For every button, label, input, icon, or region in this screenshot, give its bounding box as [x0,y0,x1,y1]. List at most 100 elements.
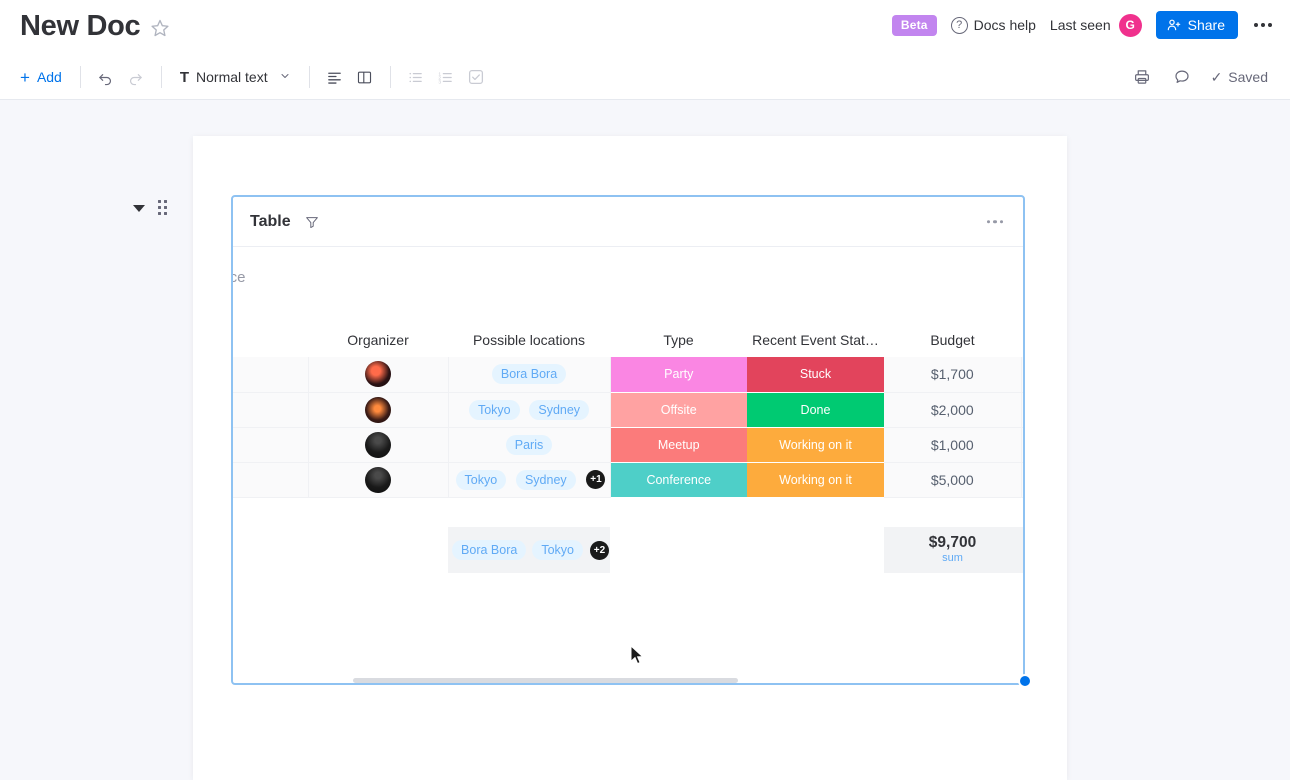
layout-columns-icon[interactable] [350,62,380,92]
redo-arrow-icon[interactable] [121,62,151,92]
cell-organizer[interactable] [308,392,448,427]
table-row[interactable]: Bora Bora Party Stuck $1,700 [233,357,1023,392]
cell-status[interactable]: Working on it [747,427,884,462]
cell-type[interactable]: Conference [610,462,747,497]
text-style-label: Normal text [196,69,268,85]
cell-type[interactable]: Meetup [610,427,747,462]
docs-help-button[interactable]: ? Docs help [951,17,1036,34]
checkbox-icon[interactable] [461,62,491,92]
avatar[interactable] [365,467,391,493]
location-tag[interactable]: Paris [506,435,552,455]
avatar[interactable] [365,432,391,458]
cell-type[interactable]: Offsite [610,392,747,427]
editor-toolbar: + Add T Normal text [0,55,1290,100]
summary-budget-label: sum [942,553,963,565]
drag-handle-icon[interactable] [158,200,168,216]
filter-funnel-icon[interactable] [304,214,320,230]
toolbar-divider-3 [309,66,310,88]
horizontal-scrollbar[interactable] [353,678,738,683]
summary-budget[interactable]: $9,700 sum [884,527,1021,573]
cell-budget[interactable]: $5,000 [884,462,1021,497]
avatar[interactable] [365,361,391,387]
column-header-left-clip[interactable] [233,323,308,357]
cell-extra[interactable] [1021,427,1023,462]
table-block[interactable]: Table pace Organizer [231,195,1025,685]
cell-left-clip[interactable] [233,392,308,427]
cell-status[interactable]: Working on it [747,462,884,497]
column-header-type[interactable]: Type [610,323,747,357]
cell-locations[interactable]: Tokyo Sydney [448,392,610,427]
last-seen-group[interactable]: Last seen G [1050,14,1142,37]
page-title[interactable]: New Doc [20,10,140,43]
cell-extra[interactable] [1021,357,1023,392]
locations-overflow-badge[interactable]: +2 [590,541,609,560]
location-tag[interactable]: Sydney [529,400,589,420]
summary-locations[interactable]: Bora Bora Tokyo +2 [448,527,610,573]
bullet-list-icon[interactable] [401,62,431,92]
share-button[interactable]: Share [1156,11,1238,39]
cell-extra[interactable] [1021,462,1023,497]
column-header-extra[interactable]: Ad [1021,323,1023,357]
cell-organizer[interactable] [308,357,448,392]
avatar[interactable]: G [1119,14,1142,37]
cell-type[interactable]: Party [610,357,747,392]
document-canvas: Table pace Organizer [0,100,1290,780]
cell-status[interactable]: Done [747,392,884,427]
table-more-menu[interactable] [987,220,1004,224]
resize-handle-dot[interactable] [1018,674,1032,688]
location-tag[interactable]: Tokyo [532,540,583,560]
table-body: Bora Bora Party Stuck $1,700 [233,357,1023,497]
star-outline-icon[interactable] [150,18,170,38]
cell-left-clip[interactable] [233,427,308,462]
cell-extra[interactable] [1021,392,1023,427]
board-name-label: pace [233,269,246,286]
top-bar: New Doc Beta ? Docs help Last seen G Sha… [0,0,1290,55]
ellipsis-icon[interactable] [1252,17,1274,33]
table-scroll-area[interactable]: pace Organizer Possible locations Type R… [233,247,1023,685]
cell-budget[interactable]: $1,000 [884,427,1021,462]
table-header-row: Organizer Possible locations Type Recent… [233,323,1023,357]
text-style-glyph: T [180,69,189,86]
summary-left-clip [233,527,308,573]
column-header-budget[interactable]: Budget [884,323,1021,357]
location-tag[interactable]: Bora Bora [452,540,526,560]
cell-budget[interactable]: $1,700 [884,357,1021,392]
column-header-status[interactable]: Recent Event Stat… [747,323,884,357]
printer-icon[interactable] [1127,62,1157,92]
column-header-organizer[interactable]: Organizer [308,323,448,357]
align-left-icon[interactable] [320,62,350,92]
numbered-list-icon[interactable]: 1 2 3 [431,62,461,92]
cell-locations[interactable]: Tokyo Sydney +1 [448,462,610,497]
table-row[interactable]: Paris Meetup Working on it $1,000 [233,427,1023,462]
chevron-down-icon [279,70,291,85]
add-button[interactable]: + Add [12,62,70,92]
comment-bubble-icon[interactable] [1167,62,1197,92]
cell-left-clip[interactable] [233,462,308,497]
cell-locations[interactable]: Bora Bora [448,357,610,392]
text-style-dropdown[interactable]: T Normal text [172,62,299,92]
avatar[interactable] [365,397,391,423]
location-tag[interactable]: Tokyo [469,400,520,420]
location-tag[interactable]: Bora Bora [492,364,566,384]
collapse-triangle-icon[interactable] [133,205,145,212]
data-table: Organizer Possible locations Type Recent… [233,323,1023,498]
cell-organizer[interactable] [308,427,448,462]
locations-overflow-badge[interactable]: +1 [586,470,605,489]
plus-icon: + [20,69,30,86]
undo-arrow-icon[interactable] [91,62,121,92]
cell-budget[interactable]: $2,000 [884,392,1021,427]
table-title: Table [250,213,291,231]
toolbar-divider-4 [390,66,391,88]
cell-status[interactable]: Stuck [747,357,884,392]
cell-locations[interactable]: Paris [448,427,610,462]
cell-organizer[interactable] [308,462,448,497]
column-header-locations[interactable]: Possible locations [448,323,610,357]
saved-status[interactable]: ✓ Saved [1207,69,1272,86]
cell-left-clip[interactable] [233,357,308,392]
table-row[interactable]: Tokyo Sydney +1 Conference Working on it… [233,462,1023,497]
location-tag[interactable]: Sydney [516,470,576,490]
table-row[interactable]: Tokyo Sydney Offsite Done $2,000 [233,392,1023,427]
check-icon: ✓ [1211,69,1223,86]
last-seen-label: Last seen [1050,17,1111,33]
location-tag[interactable]: Tokyo [456,470,507,490]
